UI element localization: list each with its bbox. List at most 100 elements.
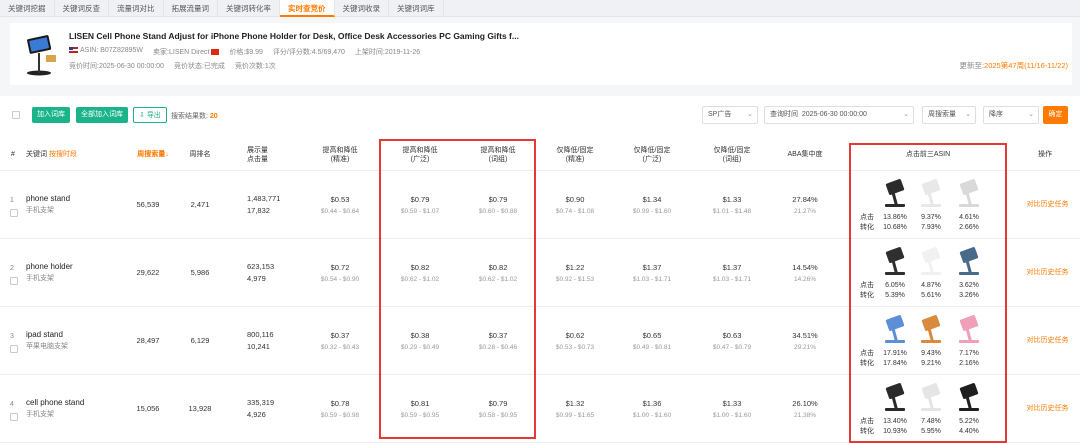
- top3-asin-cell: 点击 转化 17.91% 17.84% 9.43% 9.21% 7.17% 2.16%: [857, 308, 999, 374]
- row-checkbox[interactable]: [10, 345, 18, 353]
- bid-value: $0.81: [410, 398, 430, 408]
- col-up-down-phrase[interactable]: 提高和降低 (词组): [463, 138, 533, 171]
- col-weekly-search[interactable]: 周搜索量 ↓: [128, 138, 178, 171]
- compare-history-link[interactable]: 对比历史任务: [1027, 335, 1069, 347]
- bid-cell-de: $0.62 $0.53 - $0.73: [540, 308, 610, 374]
- keyword-translation: 手机支架: [26, 207, 54, 214]
- keyword-text[interactable]: cell phone stand: [26, 397, 84, 409]
- asin-product-image[interactable]: [879, 382, 911, 414]
- bid-value: $0.65: [642, 330, 662, 340]
- conversion-label: 转化: [860, 360, 874, 367]
- product-title[interactable]: LISEN Cell Phone Stand Adjust for iPhone…: [69, 31, 519, 41]
- asin-conversion-share: 5.61%: [921, 292, 941, 299]
- click-label: 点击: [860, 418, 874, 425]
- aba-secondary: 14.26%: [793, 275, 817, 283]
- export-button[interactable]: ⇩ 导出: [133, 107, 167, 123]
- row-checkbox[interactable]: [10, 209, 18, 217]
- bid-cell-udb: $0.38 $0.29 - $0.49: [385, 308, 455, 374]
- asin-product-image[interactable]: [879, 246, 911, 278]
- table-row[interactable]: 2 phone holder 手机支架 29,622 5,986 623,153 4,979…: [0, 240, 1080, 307]
- action-cell: 对比历史任务: [1020, 240, 1075, 306]
- asin-product-image[interactable]: [915, 178, 947, 210]
- tab-expand-traffic[interactable]: 拓展流量词: [164, 0, 218, 17]
- col-clicks-label: 点击量: [247, 155, 268, 163]
- keyword-translation: 苹果电脑支架: [26, 343, 68, 350]
- col-impressions[interactable]: 展示量 点击量: [247, 138, 287, 171]
- tab-realtime-bid[interactable]: 实时查竞价: [280, 0, 335, 17]
- asin-click-share: 13.40%: [883, 418, 907, 425]
- asin-conversion-share: 7.93%: [921, 224, 941, 231]
- bid-range: $0.29 - $0.49: [400, 343, 440, 351]
- col-up-down-broad[interactable]: 提高和降低 (广泛): [385, 138, 455, 171]
- asin-text[interactable]: ASIN: B07Z82895W: [69, 47, 143, 57]
- bid-cell-udp: $0.82 $0.62 - $1.02: [463, 240, 533, 306]
- tab-keyword-mining[interactable]: 关键词挖掘: [0, 0, 55, 17]
- tab-keyword-library[interactable]: 关键词词库: [389, 0, 444, 17]
- add-all-to-library-button[interactable]: 全部加入词库: [76, 107, 128, 123]
- click-label: 点击: [860, 214, 874, 221]
- asin-metrics: 7.48% 5.95%: [913, 417, 949, 437]
- ad-type-select[interactable]: SP广告 ⌄: [702, 106, 758, 124]
- col-keyword-label: 关键词: [26, 151, 47, 158]
- col-label: 提高和降低: [480, 146, 516, 154]
- chevron-down-icon: ⌄: [903, 111, 909, 118]
- row-checkbox[interactable]: [10, 277, 18, 285]
- bid-range: $1.03 - $1.71: [712, 275, 752, 283]
- row-index: 2: [10, 265, 14, 272]
- col-weekly-rank[interactable]: 周排名: [185, 138, 215, 171]
- aba-value: 26.10%: [792, 398, 818, 408]
- table-row[interactable]: 3 ipad stand 苹果电脑支架 28,497 6,129 800,116 10,24…: [0, 308, 1080, 375]
- col-label: 仅降低/固定: [556, 146, 594, 154]
- bid-range: $0.99 - $1.60: [632, 207, 672, 215]
- asin-product-image[interactable]: [915, 382, 947, 414]
- bid-range: $0.47 - $0.79: [712, 343, 752, 351]
- sort-order-select[interactable]: 降序 ⌄: [983, 106, 1039, 124]
- col-down-exact[interactable]: 仅降低/固定 (精准): [540, 138, 610, 171]
- action-cell: 对比历史任务: [1020, 308, 1075, 374]
- table-row[interactable]: 1 phone stand 手机支架 56,539 2,471 1,483,771 17,8…: [0, 172, 1080, 239]
- asin-product-image[interactable]: [879, 178, 911, 210]
- col-sublabel: (词组): [722, 155, 742, 163]
- col-down-broad[interactable]: 仅降低/固定 (广泛): [617, 138, 687, 171]
- impressions-value: 1,483,771: [247, 194, 281, 203]
- asin-product-image[interactable]: [915, 246, 947, 278]
- table-row[interactable]: 4 cell phone stand 手机支架 15,056 13,928 335,319…: [0, 376, 1080, 443]
- asin-product-image[interactable]: [953, 178, 985, 210]
- compare-history-link[interactable]: 对比历史任务: [1027, 403, 1069, 415]
- asin-product-image[interactable]: [953, 314, 985, 346]
- keyword-text[interactable]: ipad stand: [26, 329, 63, 341]
- select-all-checkbox[interactable]: [12, 111, 20, 119]
- bid-value: $0.37: [330, 330, 350, 340]
- confirm-button[interactable]: 确定: [1043, 106, 1068, 124]
- top3-asin-cell: 点击 转化 13.40% 10.93% 7.48% 5.95% 5.22% 4.40%: [857, 376, 999, 442]
- bid-range: $0.60 - $0.88: [478, 207, 518, 215]
- col-up-down-exact[interactable]: 提高和降低 (精准): [305, 138, 375, 171]
- keyword-period-link[interactable]: 按搜时段: [49, 150, 77, 159]
- row-checkbox[interactable]: [10, 413, 18, 421]
- keyword-text[interactable]: phone holder: [26, 261, 73, 273]
- col-down-phrase[interactable]: 仅降低/固定 (词组): [697, 138, 767, 171]
- bid-range: $1.00 - $1.60: [632, 411, 672, 419]
- add-to-library-button[interactable]: 加入词库: [32, 107, 70, 123]
- asin-product-image[interactable]: [879, 314, 911, 346]
- asin-click-share: 9.37%: [921, 214, 941, 221]
- asin-metrics: 3.62% 3.26%: [951, 281, 987, 301]
- sort-field-select[interactable]: 周搜索量 ⌄: [922, 106, 976, 124]
- weekly-search-cell: 28,497: [128, 308, 168, 374]
- query-time-select[interactable]: 查询时间 2025-06-30 00:00:00 ⌄: [764, 106, 914, 124]
- product-image[interactable]: [16, 31, 62, 77]
- price-text: 价格:$9.99: [229, 49, 263, 56]
- tab-traffic-compare[interactable]: 流量词对比: [109, 0, 164, 17]
- tab-keyword-reverse[interactable]: 关键词反查: [55, 0, 109, 17]
- asin-product-image[interactable]: [915, 314, 947, 346]
- keyword-text[interactable]: phone stand: [26, 193, 70, 205]
- compare-history-link[interactable]: 对比历史任务: [1027, 199, 1069, 211]
- tab-keyword-indexing[interactable]: 关键词收录: [335, 0, 389, 17]
- col-aba[interactable]: ABA集中度: [775, 138, 835, 171]
- asin-product-image[interactable]: [953, 382, 985, 414]
- tab-keyword-conversion[interactable]: 关键词转化率: [218, 0, 280, 17]
- bid-value: $0.72: [330, 262, 350, 272]
- compare-history-link[interactable]: 对比历史任务: [1027, 267, 1069, 279]
- asin-product-image[interactable]: [953, 246, 985, 278]
- weekly-rank-cell: 6,129: [180, 308, 220, 374]
